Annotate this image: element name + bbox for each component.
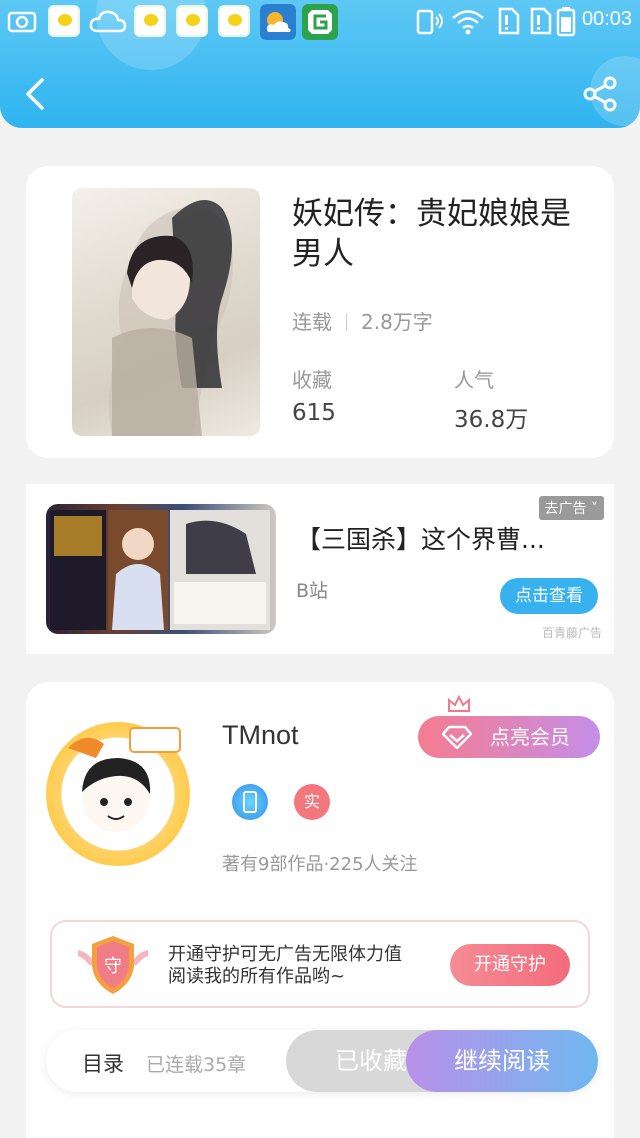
serial-status: 连载 xyxy=(292,310,332,334)
popularity-label: 人气 xyxy=(454,368,494,392)
phone-verified-badge-icon[interactable] xyxy=(232,784,268,820)
open-guard-button[interactable]: 开通守护 xyxy=(450,944,570,986)
ad-title[interactable]: 【三国杀】这个界曹... xyxy=(296,520,566,556)
cloud-icon xyxy=(89,10,127,33)
phone-icon xyxy=(416,9,443,35)
ad-illustration xyxy=(50,510,270,630)
crown-icon xyxy=(448,694,470,712)
author-avatar[interactable] xyxy=(46,722,190,866)
favorites-label: 收藏 xyxy=(292,368,332,392)
ad-banner[interactable]: 去广告 ˅ 【三国杀】这个界曹... B站 点击查看 百青藤广告 xyxy=(26,484,614,654)
book-status-row: 连载 2.8万字 xyxy=(292,306,433,335)
clock: 00:03 xyxy=(581,8,632,30)
share-button[interactable] xyxy=(580,74,620,114)
author-name[interactable]: TMnot xyxy=(222,720,299,751)
continue-reading-button[interactable]: 继续阅读 xyxy=(406,1030,598,1092)
app-icon xyxy=(134,5,166,37)
top-header: 00:03 xyxy=(0,0,640,128)
vip-button-label: 点亮会员 xyxy=(490,725,570,749)
avatar-illustration xyxy=(68,727,181,832)
ad-source: B站 xyxy=(296,580,329,602)
author-stats: 著有9部作品·225人关注 xyxy=(222,854,418,875)
wifi-icon xyxy=(452,10,484,35)
ad-view-button[interactable]: 点击查看 xyxy=(500,578,598,614)
cover-illustration xyxy=(108,200,233,436)
activate-vip-button[interactable]: 点亮会员 xyxy=(418,694,600,758)
book-cover[interactable] xyxy=(72,188,260,436)
bottom-action-bar: 目录 已连载35章 已收藏 继续阅读 xyxy=(46,1030,598,1092)
weather-icon xyxy=(260,4,296,40)
guard-description: 开通守护可无广告无限体力值阅读我的所有作品哟~ xyxy=(168,944,402,987)
table-of-contents-link[interactable]: 目录 xyxy=(82,1048,124,1078)
sim2-icon xyxy=(530,7,552,35)
guard-shield-icon: 守 xyxy=(78,936,148,994)
ad-provider: 百青藤广告 xyxy=(542,626,603,640)
diamond-icon xyxy=(442,725,472,749)
back-button[interactable] xyxy=(18,76,54,112)
divider xyxy=(346,313,347,331)
ad-image[interactable] xyxy=(46,504,276,634)
remove-ad-button[interactable]: 去广告 ˅ xyxy=(538,496,604,520)
app-icon xyxy=(176,5,208,37)
book-title: 妖妃传：贵妃娘娘是男人 xyxy=(292,196,571,272)
app-icon xyxy=(218,5,250,37)
phone-icon xyxy=(243,791,257,813)
guard-badge-text: 守 xyxy=(104,956,122,977)
chapter-count[interactable]: 已连载35章 xyxy=(146,1050,246,1077)
app-icon xyxy=(48,5,80,37)
word-count: 2.8万字 xyxy=(361,310,433,334)
favorites-value: 615 xyxy=(292,400,336,426)
status-bar: 00:03 xyxy=(0,0,640,44)
screenshot-icon xyxy=(7,11,37,33)
guard-promo: 守 开通守护可无广告无限体力值阅读我的所有作品哟~ 开通守护 xyxy=(50,920,590,1008)
game-icon xyxy=(302,4,338,40)
sim1-icon xyxy=(498,7,520,35)
real-name-badge[interactable]: 实 xyxy=(294,784,330,820)
popularity-value: 36.8万 xyxy=(454,407,529,433)
book-info-card: 妖妃传：贵妃娘娘是男人 连载 2.8万字 收藏 615 人气 36.8万 xyxy=(26,166,614,458)
battery-icon xyxy=(556,7,576,37)
